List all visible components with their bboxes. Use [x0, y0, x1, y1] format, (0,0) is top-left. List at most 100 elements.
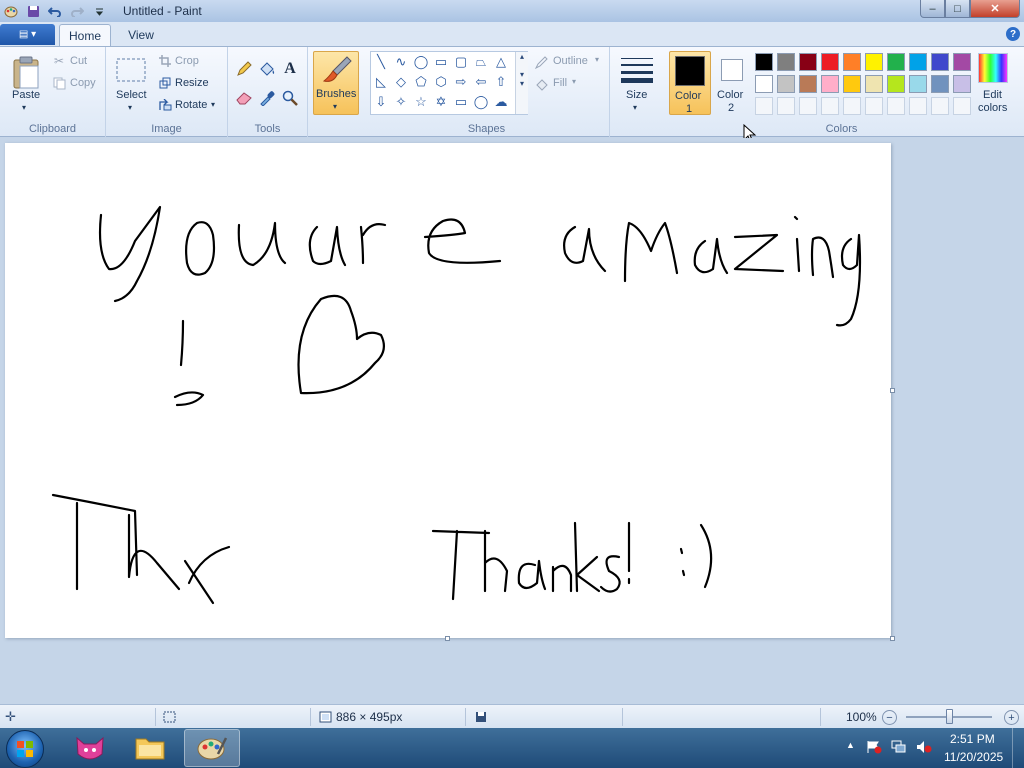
- size-label[interactable]: Size: [626, 89, 647, 101]
- rect-callout-shape-icon[interactable]: ▭: [451, 92, 471, 112]
- zoom-slider-thumb[interactable]: [946, 709, 953, 724]
- tab-home[interactable]: Home: [59, 24, 111, 46]
- tab-view[interactable]: View: [117, 24, 165, 46]
- palette-swatch-empty[interactable]: [799, 97, 817, 115]
- resize-handle-bottom[interactable]: [445, 636, 450, 641]
- oval-callout-shape-icon[interactable]: ◯: [471, 92, 491, 112]
- text-tool-icon[interactable]: A: [280, 59, 300, 79]
- left-arrow-shape-icon[interactable]: ⇦: [471, 72, 491, 92]
- eraser-icon[interactable]: [234, 88, 254, 108]
- cut-button[interactable]: Cut: [70, 55, 87, 67]
- edit-colors-label-line2[interactable]: colors: [978, 102, 1007, 114]
- palette-swatch[interactable]: [777, 75, 795, 93]
- drawing-canvas[interactable]: [5, 143, 891, 638]
- triangle-shape-icon[interactable]: △: [491, 52, 511, 72]
- size-dropdown-icon[interactable]: ▾: [633, 103, 637, 112]
- rotate-dropdown-icon[interactable]: ▾: [211, 100, 215, 109]
- show-desktop-button[interactable]: [1012, 728, 1024, 768]
- shapes-scroll[interactable]: ▴ ▾ ▾: [515, 52, 528, 114]
- curve-shape-icon[interactable]: ∿: [391, 52, 411, 72]
- action-center-icon[interactable]: [866, 740, 882, 757]
- palette-swatch-empty[interactable]: [953, 97, 971, 115]
- up-arrow-shape-icon[interactable]: ⇧: [491, 72, 511, 92]
- paste-icon[interactable]: [11, 53, 43, 93]
- taskbar-paint[interactable]: [184, 729, 240, 767]
- palette-swatch[interactable]: [887, 53, 905, 71]
- palette-swatch[interactable]: [821, 75, 839, 93]
- close-button[interactable]: ✕: [970, 0, 1020, 18]
- redo-icon[interactable]: [68, 3, 86, 19]
- palette-swatch[interactable]: [865, 75, 883, 93]
- palette-swatch[interactable]: [799, 75, 817, 93]
- color2-button[interactable]: Color 2: [712, 51, 754, 115]
- palette-swatch-empty[interactable]: [931, 97, 949, 115]
- palette-swatch[interactable]: [755, 53, 773, 71]
- edit-colors-icon[interactable]: [978, 53, 1008, 83]
- palette-swatch[interactable]: [777, 53, 795, 71]
- palette-swatch[interactable]: [887, 75, 905, 93]
- paste-dropdown-icon[interactable]: ▾: [22, 103, 26, 112]
- hexagon-shape-icon[interactable]: ⬡: [431, 72, 451, 92]
- palette-swatch-empty[interactable]: [821, 97, 839, 115]
- fill-dropdown-icon[interactable]: ▾: [572, 77, 576, 86]
- palette-swatch[interactable]: [865, 53, 883, 71]
- four-point-star-shape-icon[interactable]: ✧: [391, 92, 411, 112]
- palette-swatch[interactable]: [909, 53, 927, 71]
- palette-swatch[interactable]: [931, 75, 949, 93]
- six-point-star-shape-icon[interactable]: ✡: [431, 92, 451, 112]
- palette-swatch[interactable]: [843, 75, 861, 93]
- resize-handle-corner[interactable]: [890, 636, 895, 641]
- clock-time[interactable]: 2:51 PM: [950, 732, 995, 746]
- palette-swatch-empty[interactable]: [909, 97, 927, 115]
- color1-button[interactable]: Color 1: [669, 51, 711, 115]
- right-arrow-shape-icon[interactable]: ⇨: [451, 72, 471, 92]
- undo-icon[interactable]: [46, 3, 64, 19]
- cloud-callout-shape-icon[interactable]: ☁: [491, 92, 511, 112]
- palette-swatch[interactable]: [755, 75, 773, 93]
- down-arrow-shape-icon[interactable]: ⇩: [371, 92, 391, 112]
- rotate-button[interactable]: Rotate: [175, 99, 207, 111]
- select-button-label[interactable]: Select: [116, 89, 147, 101]
- palette-swatch-empty[interactable]: [865, 97, 883, 115]
- fill-button[interactable]: Fill: [553, 77, 567, 89]
- zoom-in-button[interactable]: +: [1004, 710, 1019, 725]
- rounded-rectangle-shape-icon[interactable]: ▢: [451, 52, 471, 72]
- palette-swatch-empty[interactable]: [755, 97, 773, 115]
- taskbar-app-cat[interactable]: [62, 729, 118, 767]
- zoom-out-button[interactable]: −: [882, 710, 897, 725]
- palette-swatch-empty[interactable]: [777, 97, 795, 115]
- brushes-dropdown-icon[interactable]: ▾: [333, 102, 337, 111]
- palette-swatch[interactable]: [931, 53, 949, 71]
- fill-with-color-icon[interactable]: [257, 59, 277, 79]
- right-triangle-shape-icon[interactable]: ◺: [371, 72, 391, 92]
- customize-quick-access-icon[interactable]: [90, 3, 108, 19]
- palette-swatch[interactable]: [909, 75, 927, 93]
- edit-colors-label-line1[interactable]: Edit: [983, 89, 1002, 101]
- select-icon[interactable]: [116, 57, 146, 83]
- taskbar-file-explorer[interactable]: [122, 729, 178, 767]
- resize-handle-right[interactable]: [890, 388, 895, 393]
- network-icon[interactable]: [891, 740, 907, 757]
- paste-button-label[interactable]: Paste: [12, 89, 40, 101]
- show-hidden-icons-button[interactable]: ▲: [846, 740, 855, 750]
- palette-swatch-empty[interactable]: [887, 97, 905, 115]
- five-point-star-shape-icon[interactable]: ☆: [411, 92, 431, 112]
- line-size-icon[interactable]: [620, 55, 654, 85]
- magnifier-icon[interactable]: [280, 88, 300, 108]
- oval-shape-icon[interactable]: ◯: [411, 52, 431, 72]
- paint-app-icon[interactable]: [2, 3, 20, 19]
- rectangle-shape-icon[interactable]: ▭: [431, 52, 451, 72]
- palette-swatch[interactable]: [799, 53, 817, 71]
- outline-dropdown-icon[interactable]: ▾: [595, 55, 599, 64]
- palette-swatch[interactable]: [821, 53, 839, 71]
- crop-button[interactable]: Crop: [175, 55, 199, 67]
- palette-swatch[interactable]: [953, 75, 971, 93]
- file-menu-button[interactable]: ▤ ▾: [0, 24, 55, 45]
- palette-swatch-empty[interactable]: [843, 97, 861, 115]
- select-dropdown-icon[interactable]: ▾: [128, 103, 132, 112]
- line-shape-icon[interactable]: ╲: [371, 52, 391, 72]
- pentagon-shape-icon[interactable]: ⬠: [411, 72, 431, 92]
- brushes-button[interactable]: Brushes ▾: [313, 51, 359, 115]
- help-icon[interactable]: ?: [1006, 27, 1020, 41]
- outline-button[interactable]: Outline: [553, 55, 588, 67]
